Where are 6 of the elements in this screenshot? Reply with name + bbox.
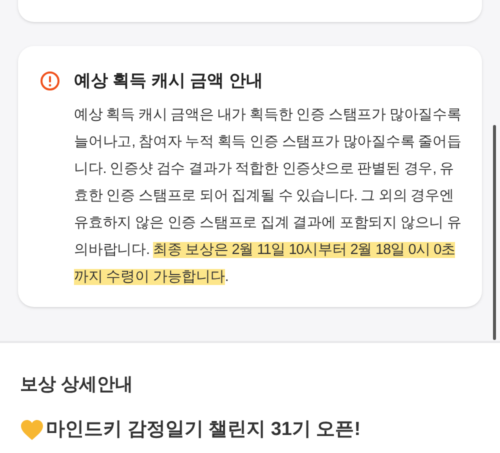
section-heading: 보상 상세안내: [20, 373, 134, 396]
heart-icon: [20, 419, 44, 442]
warning-icon: [40, 70, 60, 91]
notice-title: 예상 획득 캐시 금액 안내: [74, 70, 263, 92]
notice-text: 예상 획득 캐시 금액은 내가 획득한 인증 스탬프가 많아질수록 늘어나고, 참여자 누적 획득 인증 스탬프가 많아질수록 줄어듭니다. 인증샷 검수 결과가 적합한 인증샷으로 판별된 경우, 유효한 인증 스탬프로 되어 집계될 수 있습니다. 그 외의 경우엔 유효하지 않은 인증 스탬프로 집계 결과에 포함되지 않으니 유의바랍니다. 최종 보상은 2월 11일 10시부터 2월 18일 0시 0초까지 수령이 가능합니다.: [74, 106, 462, 286]
announcement-title: 마인드키 감정일기 챌린지 31기 오픈!: [46, 418, 361, 442]
